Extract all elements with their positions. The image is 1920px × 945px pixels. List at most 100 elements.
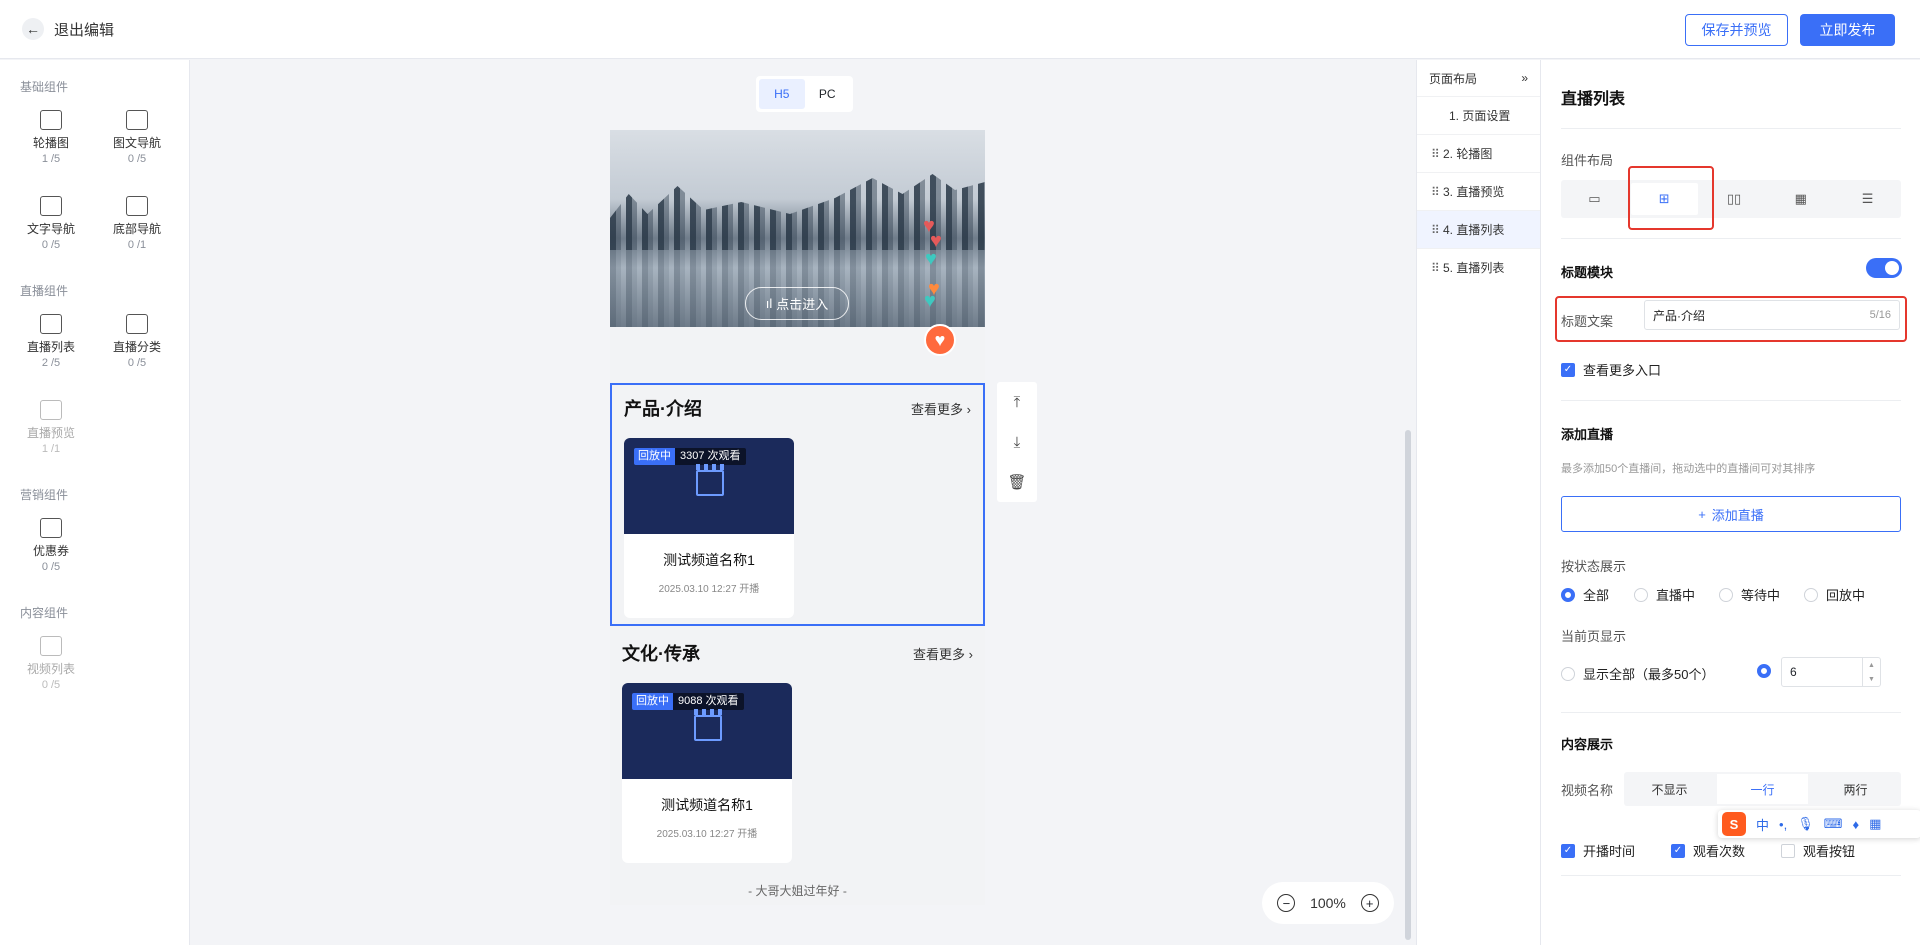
live-list-section-1[interactable]: 产品·介绍 查看更多 › 回放中 3307 次观看 测试频道名称1 2025.0…	[610, 383, 985, 626]
title-module-toggle[interactable]	[1866, 258, 1902, 278]
canvas-scrollbar[interactable]	[1405, 430, 1411, 940]
tab-h5[interactable]: H5	[759, 79, 805, 109]
radio-icon	[1719, 587, 1733, 602]
show-all-radio[interactable]: 显示全部（最多50个）	[1561, 664, 1714, 683]
current-page-label: 当前页显示	[1561, 629, 1627, 644]
layout-item-page-settings[interactable]: 1. 页面设置	[1417, 96, 1540, 134]
see-more-link[interactable]: 查看更多 ›	[913, 644, 973, 663]
group-title-live: 直播组件	[20, 284, 69, 298]
view-count: 3307 次观看	[675, 448, 746, 465]
zoom-in-icon[interactable]: +	[1360, 894, 1379, 912]
component-live-category[interactable]: 直播分类 0 /5	[102, 314, 172, 369]
drag-handle-icon[interactable]: ⠿	[1431, 185, 1443, 199]
video-name-option-none[interactable]: 不显示	[1624, 772, 1715, 806]
see-more-checkbox[interactable]: ✓ 查看更多入口	[1561, 360, 1661, 379]
phone-preview: ıl 点击进入 ♥ ♥ ♥ ♥ ♥ ♥ 产品·介绍 查看更多 › 回放中 330…	[610, 130, 985, 905]
live-card[interactable]: 回放中 9088 次观看 测试频道名称1 2025.03.10 12:27 开播	[622, 683, 792, 863]
trash-icon[interactable]: 🗑	[997, 462, 1037, 502]
layout-label: 组件布局	[1561, 153, 1614, 168]
video-name-option-two-lines[interactable]: 两行	[1810, 772, 1901, 806]
drag-handle-icon[interactable]: ⠿	[1431, 147, 1443, 161]
heart-icon: ♥	[934, 329, 946, 350]
signal-icon: ıl	[765, 296, 773, 311]
chevron-up-icon[interactable]: ▲	[1868, 662, 1875, 669]
layout-option-image-icon[interactable]: ▭	[1561, 180, 1628, 218]
component-count: 2 /5	[41, 357, 61, 369]
enter-live-button[interactable]: ıl 点击进入	[745, 287, 849, 320]
status-radio-waiting[interactable]: 等待中	[1719, 585, 1780, 604]
add-live-label: 添加直播	[1711, 507, 1764, 523]
stepper-arrows[interactable]: ▲ ▼	[1862, 658, 1880, 686]
save-preview-button[interactable]: 保存并预览	[1685, 14, 1788, 46]
layout-option-mosaic-icon[interactable]: ▦	[1767, 180, 1834, 218]
collapse-icon[interactable]: »	[1521, 71, 1528, 85]
radio-label: 等待中	[1741, 588, 1781, 603]
checkbox-label: 观看次数	[1693, 844, 1746, 859]
layout-item-carousel[interactable]: ⠿ 2. 轮播图	[1417, 134, 1540, 172]
checkbox-label: 查看更多入口	[1583, 363, 1662, 378]
chevron-down-icon[interactable]: ▼	[1868, 676, 1875, 683]
see-more-label: 查看更多	[913, 647, 966, 662]
radio-icon	[1804, 587, 1818, 602]
like-button[interactable]: ♥	[924, 324, 956, 356]
layout-item-label: 5. 直播列表	[1443, 261, 1505, 275]
exit-edit-button[interactable]: ← 退出编辑	[22, 18, 114, 40]
component-coupon[interactable]: 优惠券 0 /5	[16, 518, 86, 573]
live-list-section-2[interactable]: 文化·传承 查看更多 › 回放中 9088 次观看 测试频道名称1 2025.0…	[610, 630, 985, 873]
see-more-link[interactable]: 查看更多 ›	[911, 399, 971, 418]
component-name: 直播列表	[26, 340, 75, 354]
layout-item-live-list-1[interactable]: ⠿ 4. 直播列表	[1417, 210, 1540, 248]
status-radio-replay[interactable]: 回放中	[1804, 585, 1865, 604]
component-live-preview: 直播预览 1 /1	[16, 400, 86, 455]
carousel-banner[interactable]: ıl 点击进入 ♥ ♥ ♥ ♥ ♥	[610, 130, 985, 327]
live-name: 测试频道名称1	[661, 797, 753, 813]
status-radio-all[interactable]: 全部	[1561, 585, 1609, 604]
move-down-icon[interactable]: ⤓	[997, 422, 1037, 462]
layout-option-list-icon[interactable]: ☰	[1834, 180, 1901, 218]
coupon-icon	[40, 518, 62, 538]
watch-button-checkbox[interactable]: 观看按钮	[1781, 841, 1855, 860]
plus-icon: +	[1698, 506, 1706, 522]
skin-icon[interactable]: ♦	[1852, 817, 1859, 832]
component-text-nav[interactable]: 文字导航 0 /5	[16, 196, 86, 251]
punctuation-icon[interactable]: •,	[1779, 817, 1787, 832]
component-carousel[interactable]: 轮播图 1 /5	[16, 110, 86, 165]
component-count: 0 /5	[127, 153, 147, 165]
layout-item-label: 1. 页面设置	[1449, 109, 1511, 123]
component-live-list[interactable]: 直播列表 2 /5	[16, 314, 86, 369]
device-switch: H5 PC	[756, 76, 853, 112]
tab-pc[interactable]: PC	[805, 79, 851, 109]
count-radio[interactable]	[1757, 664, 1771, 678]
apps-icon[interactable]: ▦	[1869, 816, 1881, 832]
layout-header: 页面布局 »	[1417, 60, 1540, 96]
zoom-out-icon[interactable]: −	[1277, 894, 1296, 912]
layout-item-live-list-2[interactable]: ⠿ 5. 直播列表	[1417, 248, 1540, 286]
move-up-icon[interactable]: ⤒	[997, 382, 1037, 422]
status-label: 回放中	[632, 693, 673, 710]
live-name: 测试频道名称1	[663, 552, 755, 568]
section-title: 文化·传承	[622, 644, 700, 664]
component-image-nav[interactable]: 图文导航 0 /5	[102, 110, 172, 165]
view-count-checkbox[interactable]: ✓ 观看次数	[1671, 841, 1745, 860]
image-icon	[40, 110, 62, 130]
layout-item-live-preview[interactable]: ⠿ 3. 直播预览	[1417, 172, 1540, 210]
publish-button[interactable]: 立即发布	[1800, 14, 1895, 46]
page-count-input[interactable]: 6 ▲ ▼	[1781, 657, 1881, 687]
drag-handle-icon[interactable]: ⠿	[1431, 261, 1443, 275]
status-badge: 回放中 9088 次观看	[632, 693, 744, 710]
video-name-option-one-line[interactable]: 一行	[1717, 774, 1808, 804]
drag-handle-icon[interactable]: ⠿	[1431, 223, 1443, 237]
text-icon	[40, 196, 62, 216]
group-title-marketing: 营销组件	[20, 488, 69, 502]
ime-toolbar[interactable]: S 中 •, 🎙 ⌨ ♦ ▦	[1718, 810, 1920, 838]
component-bottom-nav[interactable]: 底部导航 0 /1	[102, 196, 172, 251]
live-card[interactable]: 回放中 3307 次观看 测试频道名称1 2025.03.10 12:27 开播	[624, 438, 794, 618]
status-radio-live[interactable]: 直播中	[1634, 585, 1695, 604]
microphone-icon[interactable]: 🎙	[1797, 816, 1814, 832]
component-count: 0 /5	[127, 357, 147, 369]
start-time-checkbox[interactable]: ✓ 开播时间	[1561, 841, 1635, 860]
keyboard-icon[interactable]: ⌨	[1824, 816, 1843, 832]
add-live-button[interactable]: + 添加直播	[1561, 496, 1901, 532]
chevron-right-icon: ›	[968, 647, 973, 662]
component-panel: 基础组件 轮播图 1 /5 图文导航 0 /5 文字导航 0 /5 底部导航 0…	[0, 60, 190, 945]
